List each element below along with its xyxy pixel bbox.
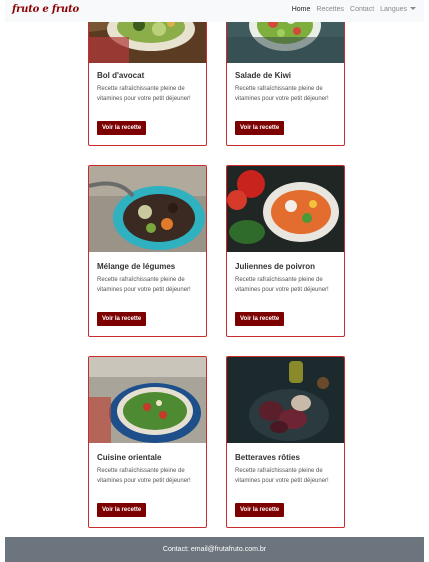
recipe-title: Salade de Kiwi [235, 71, 292, 80]
recipe-image-oriental-cuisine [89, 357, 206, 443]
view-recipe-button[interactable]: Voir la recette [235, 503, 285, 517]
navbar: fruto e fruto Home Recettes Contact Lang… [5, 0, 424, 22]
recipe-card: Cuisine orientale Recette rafraîchissant… [88, 356, 207, 528]
recipe-title: Cuisine orientale [97, 453, 162, 462]
recipe-title: Betteraves rôties [235, 453, 300, 462]
recipe-card: Juliennes de poivron Recette rafraîchiss… [226, 165, 345, 337]
recipe-description: Recette rafraîchissante pleine de vitami… [235, 86, 329, 102]
view-recipe-button[interactable]: Voir la recette [235, 121, 285, 135]
recipe-description: Recette rafraîchissante pleine de vitami… [235, 277, 329, 293]
footer-contact: Contact: email@frutafruto.com.br [162, 546, 267, 553]
recipe-image-roasted-beets [227, 357, 344, 443]
page: Bol d'avocat Recette rafraîchissante ple… [5, 0, 424, 562]
view-recipe-button[interactable]: Voir la recette [97, 121, 147, 135]
brand-logo[interactable]: fruto e fruto [12, 4, 79, 15]
recipe-description: Recette rafraîchissante pleine de vitami… [97, 468, 191, 484]
recipe-description: Recette rafraîchissante pleine de vitami… [235, 468, 329, 484]
nav-link-home[interactable]: Home [292, 6, 311, 13]
recipe-image-vegetable-mix [89, 166, 206, 252]
language-dropdown[interactable]: Langues [380, 6, 416, 13]
recipe-card: Betteraves rôties Recette rafraîchissant… [226, 356, 345, 528]
nav-links: Home Recettes Contact Langues [292, 6, 416, 13]
language-dropdown-label: Langues [380, 6, 407, 13]
nav-link-recipes[interactable]: Recettes [316, 6, 344, 13]
chevron-down-icon [410, 7, 416, 10]
recipe-description: Recette rafraîchissante pleine de vitami… [97, 86, 191, 102]
recipe-card: Mélange de légumes Recette rafraîchissan… [88, 165, 207, 337]
recipe-title: Bol d'avocat [97, 71, 145, 80]
view-recipe-button[interactable]: Voir la recette [97, 503, 147, 517]
nav-link-contact[interactable]: Contact [350, 6, 374, 13]
footer: Contact: email@frutafruto.com.br [5, 537, 424, 562]
recipe-title: Juliennes de poivron [235, 262, 316, 271]
view-recipe-button[interactable]: Voir la recette [235, 312, 285, 326]
recipe-description: Recette rafraîchissante pleine de vitami… [97, 277, 191, 293]
recipe-image-pepper-julienne [227, 166, 344, 252]
view-recipe-button[interactable]: Voir la recette [97, 312, 147, 326]
recipe-title: Mélange de légumes [97, 262, 176, 271]
